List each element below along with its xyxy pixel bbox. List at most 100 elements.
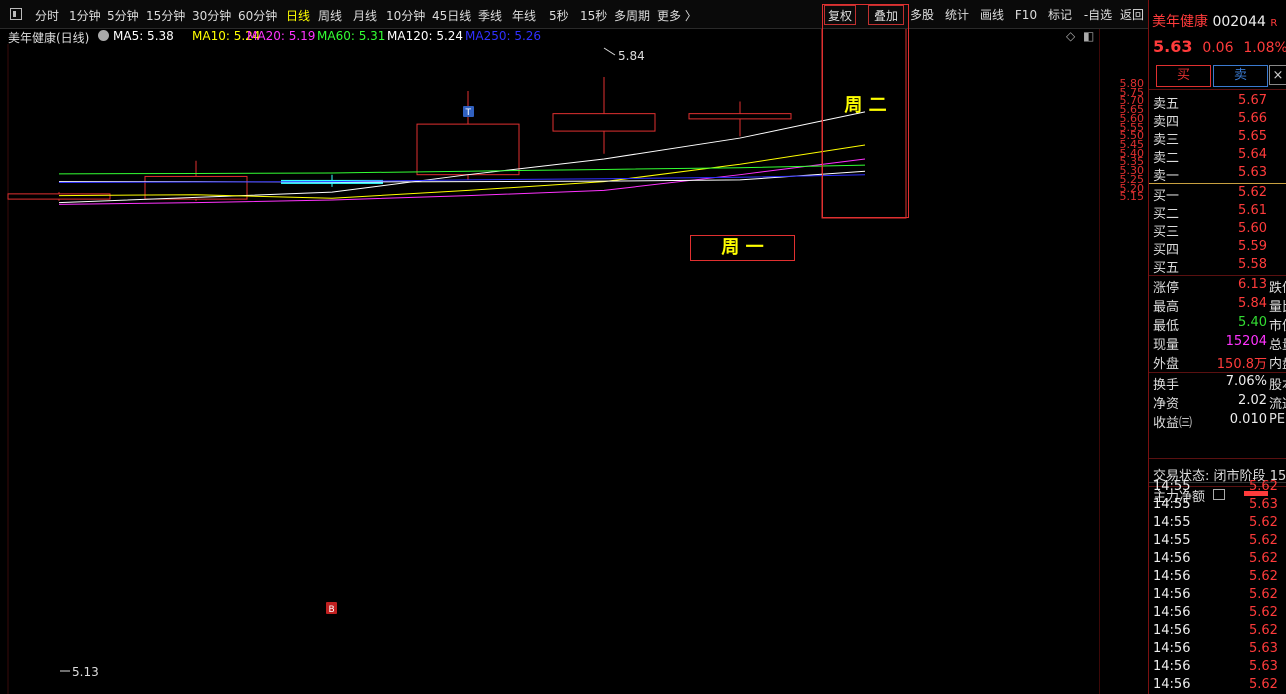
bid-row[interactable]: 买一 5.62 bbox=[1149, 185, 1286, 204]
period-tab[interactable]: 多周期 bbox=[614, 7, 650, 24]
tick-time: 14:55 bbox=[1153, 533, 1191, 548]
price-change: 0.06 bbox=[1202, 40, 1234, 56]
toolbar-button[interactable]: 标记 bbox=[1044, 5, 1076, 25]
high-price-label: 5.84 bbox=[618, 49, 645, 63]
close-icon[interactable]: × bbox=[1269, 65, 1286, 85]
period-tab[interactable]: 季线 bbox=[478, 7, 502, 24]
stat-row: 收益㈢ 0.010 PE bbox=[1149, 412, 1286, 431]
bid-price: 5.60 bbox=[1238, 221, 1267, 236]
high-price-pointer bbox=[603, 47, 616, 56]
bid-label: 买二 bbox=[1153, 207, 1180, 222]
price-change-pct: 1.08% bbox=[1243, 40, 1286, 56]
bid-label: 买三 bbox=[1153, 225, 1180, 240]
bid-row[interactable]: 买三 5.60 bbox=[1149, 221, 1286, 240]
toolbar-button[interactable]: F10 bbox=[1012, 5, 1040, 25]
period-tab[interactable]: 日线 bbox=[286, 7, 310, 24]
period-tab[interactable]: 5分钟 bbox=[107, 7, 139, 24]
tick-row: 14:56 5.62 bbox=[1149, 677, 1286, 694]
tick-row: 14:56 5.63 bbox=[1149, 659, 1286, 677]
bid-price: 5.58 bbox=[1238, 257, 1267, 272]
period-tab[interactable]: 更多 〉 bbox=[657, 7, 697, 24]
ask-row[interactable]: 卖一 5.63 bbox=[1149, 165, 1286, 184]
toolbar-button[interactable]: -自选 bbox=[1080, 5, 1116, 25]
settings-icon[interactable] bbox=[98, 30, 109, 44]
tick-row: 14:56 5.62 bbox=[1149, 605, 1286, 623]
stock-suffix: R bbox=[1270, 18, 1278, 29]
bid-price: 5.61 bbox=[1238, 203, 1267, 218]
tick-time: 14:56 bbox=[1153, 677, 1191, 692]
stat-extra-label: 股本 bbox=[1269, 378, 1286, 393]
tick-time: 14:55 bbox=[1153, 515, 1191, 530]
tick-row: 14:55 5.63 bbox=[1149, 497, 1286, 515]
ask-price: 5.67 bbox=[1238, 93, 1267, 108]
ask-price: 5.63 bbox=[1238, 165, 1267, 180]
ma120-label: MA120: 5.24 bbox=[387, 29, 464, 43]
stat-row: 现量 15204总量 bbox=[1149, 334, 1286, 353]
period-tab[interactable]: 60分钟 bbox=[238, 7, 277, 24]
toolbar: 分时 1分钟 5分钟 15分钟 30分钟 60分钟 日线 周线 月线 10分钟 45日线 季线 年线 5秒… bbox=[0, 0, 1148, 29]
tick-time: 14:55 bbox=[1153, 479, 1191, 494]
ask-row[interactable]: 卖二 5.64 bbox=[1149, 147, 1286, 166]
period-tab[interactable]: 周线 bbox=[318, 7, 342, 24]
ask-label: 卖一 bbox=[1153, 169, 1180, 184]
ma60-label: MA60: 5.31 bbox=[317, 29, 386, 43]
stat-extra-label: 总量 bbox=[1269, 338, 1286, 353]
period-tab[interactable]: 15秒 bbox=[580, 7, 607, 24]
bid-label: 买四 bbox=[1153, 243, 1180, 258]
tick-time: 14:56 bbox=[1153, 569, 1191, 584]
chart-title: 美年健康(日线) bbox=[8, 31, 90, 45]
tick-row: 14:56 5.62 bbox=[1149, 587, 1286, 605]
stat-extra-label: PE bbox=[1269, 412, 1286, 427]
period-tab[interactable]: 1分钟 bbox=[69, 7, 101, 24]
period-tab[interactable]: 分时 bbox=[35, 7, 59, 24]
candle-body bbox=[7, 193, 111, 200]
annotation-monday[interactable]: 周 一 bbox=[690, 235, 795, 261]
window-icon[interactable]: ◧ bbox=[1083, 29, 1094, 43]
bid-label: 买五 bbox=[1153, 261, 1180, 276]
period-tab[interactable]: 5秒 bbox=[549, 7, 569, 24]
stat-value: 15204 bbox=[1225, 334, 1267, 349]
quote-panel: 美年健康 002044 R 5.63 0.06 1.08% 买 卖 × 卖五 5.… bbox=[1148, 0, 1286, 694]
stat-label: 外盘 bbox=[1153, 357, 1180, 372]
panel-toggle-icon[interactable] bbox=[10, 8, 22, 20]
stat-extra-label: 流通 bbox=[1269, 397, 1286, 412]
bid-label: 买一 bbox=[1153, 189, 1180, 204]
annotation-tuesday[interactable]: 周 二 bbox=[822, 4, 909, 218]
toolbar-button[interactable]: 统计 bbox=[940, 5, 974, 25]
period-tab[interactable]: 10分钟 bbox=[386, 7, 425, 24]
tick-price: 5.62 bbox=[1249, 479, 1278, 494]
toolbar-button[interactable]: 画线 bbox=[976, 5, 1008, 25]
tick-row: 14:56 5.63 bbox=[1149, 641, 1286, 659]
ask-row[interactable]: 卖三 5.65 bbox=[1149, 129, 1286, 148]
sell-button[interactable]: 卖 bbox=[1213, 65, 1268, 87]
stat-value: 150.8万 bbox=[1216, 357, 1267, 372]
ma60-line bbox=[58, 164, 866, 175]
tick-price: 5.62 bbox=[1249, 515, 1278, 530]
stat-row: 最低 5.40市值 bbox=[1149, 315, 1286, 334]
tick-price: 5.62 bbox=[1249, 677, 1278, 692]
tick-time: 14:55 bbox=[1153, 497, 1191, 512]
toolbar-button[interactable]: 多股 bbox=[906, 5, 938, 25]
buy-button[interactable]: 买 bbox=[1156, 65, 1211, 87]
bid-price: 5.59 bbox=[1238, 239, 1267, 254]
period-tab[interactable]: 30分钟 bbox=[192, 7, 231, 24]
bid-row[interactable]: 买四 5.59 bbox=[1149, 239, 1286, 258]
diamond-icon[interactable]: ◇ bbox=[1066, 29, 1075, 43]
bid-row[interactable]: 买二 5.61 bbox=[1149, 203, 1286, 222]
period-tab[interactable]: 月线 bbox=[353, 7, 377, 24]
period-tab[interactable]: 年线 bbox=[512, 7, 536, 24]
b-marker: B bbox=[329, 605, 335, 615]
bid-row[interactable]: 买五 5.58 bbox=[1149, 257, 1286, 276]
period-tab[interactable]: 15分钟 bbox=[146, 7, 185, 24]
period-tab[interactable]: 45日线 bbox=[432, 7, 471, 24]
stat-label: 最低 bbox=[1153, 319, 1180, 334]
toolbar-button[interactable]: 返回 bbox=[1118, 5, 1146, 25]
ask-row[interactable]: 卖五 5.67 bbox=[1149, 93, 1286, 112]
tick-time: 14:56 bbox=[1153, 551, 1191, 566]
kline-chart[interactable]: 5.84 5.13 T B bbox=[0, 0, 1100, 694]
ask-row[interactable]: 卖四 5.66 bbox=[1149, 111, 1286, 130]
ma-legend: 美年健康(日线) MA5: 5.38 MA10: 5.24 MA20: 5.19… bbox=[0, 28, 1100, 45]
stat-value: 7.06% bbox=[1225, 374, 1267, 389]
tick-price: 5.63 bbox=[1249, 497, 1278, 512]
tick-row: 14:56 5.62 bbox=[1149, 569, 1286, 587]
